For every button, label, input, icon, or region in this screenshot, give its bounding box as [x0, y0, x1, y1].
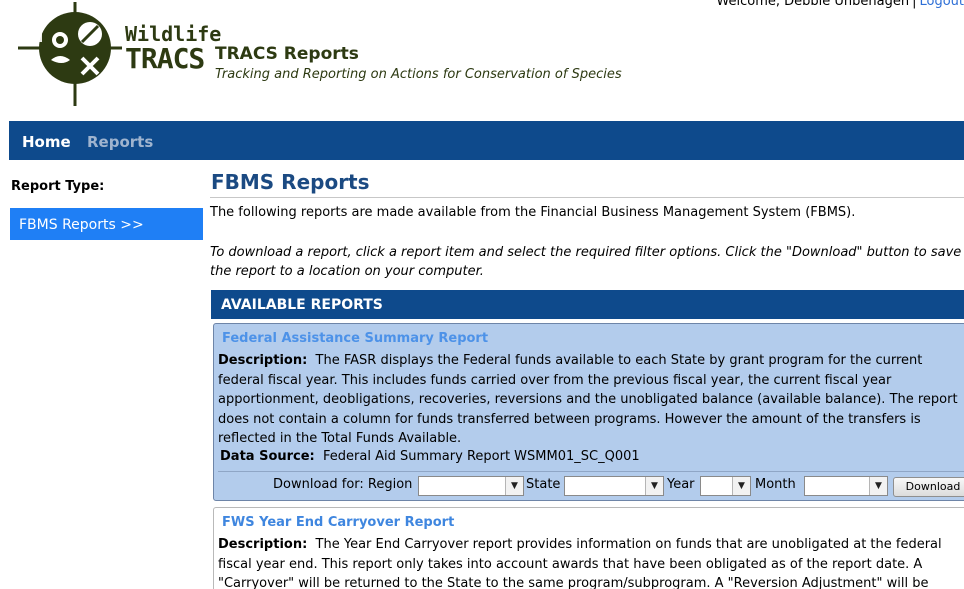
description-label: Description:	[218, 353, 308, 368]
report-item-fasr[interactable]: Federal Assistance Summary Report Descri…	[213, 323, 964, 501]
wildlife-crosshair-logo-icon	[18, 2, 122, 106]
welcome-text: Welcome, Debbie Unbehagen	[716, 0, 910, 9]
year-label: Year	[667, 477, 695, 492]
intro-text: The following reports are made available…	[210, 205, 856, 220]
main-nav: Home Reports	[9, 121, 964, 160]
region-select[interactable]: ▼	[418, 476, 524, 496]
logo-wordmark: Wildlife TRACS	[125, 24, 221, 73]
user-welcome: Welcome, Debbie Unbehagen | Logout	[716, 0, 964, 9]
state-label: State	[526, 477, 561, 492]
download-filter-row: Download for: Region ▼ State ▼ Year ▼ Mo…	[218, 471, 964, 497]
report-item-carryover[interactable]: FWS Year End Carryover Report Descriptio…	[213, 507, 964, 589]
report-description: Description: The FASR displays the Feder…	[218, 351, 964, 449]
report-data-source: Data Source: Federal Aid Summary Report …	[220, 449, 640, 464]
chevron-down-icon: ▼	[505, 477, 523, 495]
title-divider	[210, 197, 964, 198]
nav-reports[interactable]: Reports	[87, 133, 153, 151]
chevron-down-icon: ▼	[869, 477, 887, 495]
year-select[interactable]: ▼	[700, 476, 751, 496]
logout-link[interactable]: Logout	[919, 0, 964, 9]
page-title: FBMS Reports	[211, 170, 370, 194]
welcome-separator: |	[912, 0, 917, 9]
chevron-down-icon: ▼	[645, 477, 663, 495]
description-label: Description:	[218, 537, 308, 552]
report-title-link[interactable]: Federal Assistance Summary Report	[222, 331, 488, 346]
description-text: The FASR displays the Federal funds avai…	[218, 353, 958, 446]
data-source-text: Federal Aid Summary Report WSMM01_SC_Q00…	[323, 449, 640, 464]
sidebar-item-fbms-reports[interactable]: FBMS Reports >>	[10, 208, 203, 240]
app-subtitle: Tracking and Reporting on Actions for Co…	[215, 67, 622, 82]
page-header: Welcome, Debbie Unbehagen | Logout Wildlif…	[0, 0, 964, 120]
state-select[interactable]: ▼	[564, 476, 664, 496]
nav-home[interactable]: Home	[22, 133, 71, 151]
logo-word-wildlife: Wildlife	[125, 22, 222, 46]
chevron-down-icon: ▼	[732, 477, 750, 495]
available-reports-header: AVAILABLE REPORTS	[211, 290, 964, 319]
download-button[interactable]: Download	[893, 477, 964, 497]
report-title-link[interactable]: FWS Year End Carryover Report	[222, 515, 454, 530]
month-label: Month	[755, 477, 796, 492]
app-title: TRACS Reports	[215, 44, 359, 64]
instructions-text: To download a report, click a report ite…	[210, 245, 962, 279]
month-select[interactable]: ▼	[804, 476, 888, 496]
report-description: Description: The Year End Carryover repo…	[218, 535, 964, 589]
report-type-label: Report Type:	[11, 179, 105, 194]
download-for-region-label: Download for: Region	[273, 477, 413, 492]
description-text: The Year End Carryover report provides i…	[218, 537, 942, 589]
wildlife-tracs-logo[interactable]: Wildlife TRACS	[18, 2, 221, 106]
data-source-label: Data Source:	[220, 449, 315, 464]
logo-word-tracs: TRACS	[125, 42, 205, 75]
